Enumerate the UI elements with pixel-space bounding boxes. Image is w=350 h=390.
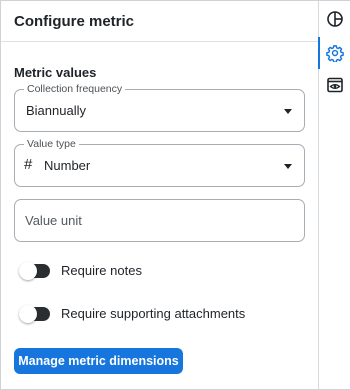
section-title: Metric values xyxy=(14,65,97,80)
collection-frequency-value: Biannually xyxy=(26,103,86,118)
value-type-select[interactable]: Value type # Number xyxy=(14,137,305,187)
collection-frequency-label: Collection frequency xyxy=(24,82,126,96)
rail-item-preview[interactable] xyxy=(319,69,350,101)
chevron-down-icon xyxy=(284,109,292,114)
rail-item-settings[interactable] xyxy=(318,37,350,69)
configure-metric-window: Configure metric Metric values Collectio… xyxy=(0,0,350,390)
manage-metric-dimensions-button[interactable]: Manage metric dimensions xyxy=(14,348,183,374)
preview-icon xyxy=(326,77,343,93)
side-rail xyxy=(318,1,350,389)
require-notes-toggle[interactable] xyxy=(19,261,50,280)
gear-icon xyxy=(325,45,344,62)
toggle-knob xyxy=(19,261,37,280)
chevron-down-icon xyxy=(284,164,292,169)
require-attachments-toggle[interactable] xyxy=(19,304,50,323)
collection-frequency-select[interactable]: Collection frequency Biannually xyxy=(14,82,305,132)
configure-metric-panel: Configure metric Metric values Collectio… xyxy=(1,1,319,389)
rail-item-summary[interactable] xyxy=(319,3,350,35)
panel-title: Configure metric xyxy=(14,12,135,30)
number-type-icon: # xyxy=(24,156,33,173)
pie-chart-icon xyxy=(326,11,343,27)
value-unit-placeholder: Value unit xyxy=(25,213,82,228)
require-notes-row: Require notes xyxy=(19,261,142,280)
value-unit-input[interactable]: Value unit xyxy=(14,199,305,242)
require-attachments-row: Require supporting attachments xyxy=(19,304,246,323)
panel-header: Configure metric xyxy=(1,1,318,42)
require-attachments-label: Require supporting attachments xyxy=(61,306,246,321)
require-notes-label: Require notes xyxy=(61,263,142,278)
toggle-knob xyxy=(19,304,37,323)
value-type-value: Number xyxy=(44,158,91,173)
value-type-label: Value type xyxy=(24,137,79,151)
